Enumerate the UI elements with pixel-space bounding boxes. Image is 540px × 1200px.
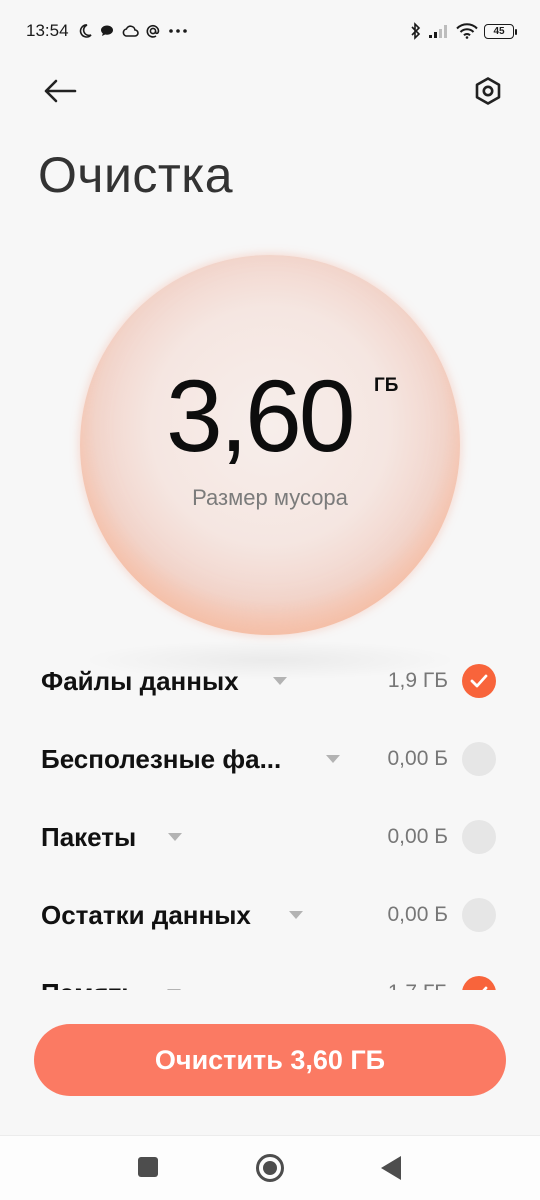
expand-caret-icon[interactable] (273, 677, 287, 685)
item-size: 1,7 ГБ (388, 981, 448, 990)
settings-button[interactable] (464, 73, 512, 113)
item-checkbox[interactable] (462, 898, 496, 932)
page-title: Очистка (38, 147, 234, 203)
cleaner-screen: 13:54 45 Очистка 3,60 ГБ Размер мусора Ф… (0, 0, 540, 1200)
expand-caret-icon[interactable] (167, 989, 181, 990)
battery-level: 45 (493, 25, 505, 37)
home-dot (263, 1161, 277, 1175)
list-item-useless-files[interactable]: Бесполезные фа... 0,00 Б (0, 720, 540, 798)
item-label: Бесполезные фа... (41, 744, 282, 774)
item-size: 0,00 Б (387, 747, 449, 770)
expand-caret-icon[interactable] (289, 911, 303, 919)
bubble-circle: 3,60 ГБ Размер мусора (80, 255, 460, 635)
expand-caret-icon[interactable] (168, 833, 182, 841)
back-triangle-icon[interactable] (381, 1156, 401, 1180)
list-item-data-files[interactable]: Файлы данных 1,9 ГБ (0, 642, 540, 720)
item-size: 0,00 Б (387, 825, 449, 848)
list-item-memory[interactable]: Память 1,7 ГБ (0, 954, 540, 990)
signal-icon (428, 23, 450, 39)
more-dots-icon (167, 28, 189, 34)
junk-size-bubble: 3,60 ГБ Размер мусора (80, 255, 460, 635)
status-time: 13:54 (26, 21, 69, 40)
check-icon (470, 674, 488, 688)
recent-apps-square-icon[interactable] (138, 1157, 158, 1177)
item-label: Остатки данных (41, 900, 251, 930)
status-bar-right: 45 (410, 22, 517, 40)
chat-bubble-icon (99, 23, 115, 39)
item-label: Файлы данных (41, 666, 239, 696)
hexagon-nut-settings-icon (473, 76, 503, 111)
wifi-icon (456, 23, 478, 39)
junk-size-unit: ГБ (374, 375, 399, 396)
home-circle-icon[interactable] (256, 1154, 284, 1182)
item-checkbox[interactable] (462, 820, 496, 854)
junk-category-list: Файлы данных 1,9 ГБ Бесполезные фа... 0,… (0, 642, 540, 990)
cloud-icon (121, 24, 139, 38)
clean-button[interactable]: Очистить 3,60 ГБ (34, 1024, 506, 1096)
status-bar: 13:54 45 (0, 0, 540, 62)
bluetooth-icon (410, 22, 422, 40)
junk-size-value: 3,60 (166, 359, 356, 473)
junk-size-label: Размер мусора (192, 485, 348, 510)
item-size: 1,9 ГБ (387, 669, 448, 692)
top-app-bar (0, 62, 540, 124)
back-button[interactable] (36, 73, 84, 113)
item-checkbox[interactable] (462, 976, 496, 990)
status-bar-left: 13:54 (26, 21, 189, 41)
moon-icon (77, 23, 93, 39)
item-label: Память (41, 978, 137, 990)
at-icon (145, 23, 161, 39)
battery-icon: 45 (484, 23, 517, 39)
check-icon (482, 986, 488, 990)
system-navigation-bar (0, 1135, 540, 1200)
item-label: Пакеты (41, 822, 137, 852)
arrow-left-icon (43, 79, 77, 108)
item-checkbox[interactable] (462, 742, 496, 776)
item-size: 0,00 Б (387, 903, 449, 926)
list-item-residual-data[interactable]: Остатки данных 0,00 Б (0, 876, 540, 954)
item-checkbox[interactable] (462, 664, 496, 698)
expand-caret-icon[interactable] (326, 755, 340, 763)
list-item-packages[interactable]: Пакеты 0,00 Б (0, 798, 540, 876)
